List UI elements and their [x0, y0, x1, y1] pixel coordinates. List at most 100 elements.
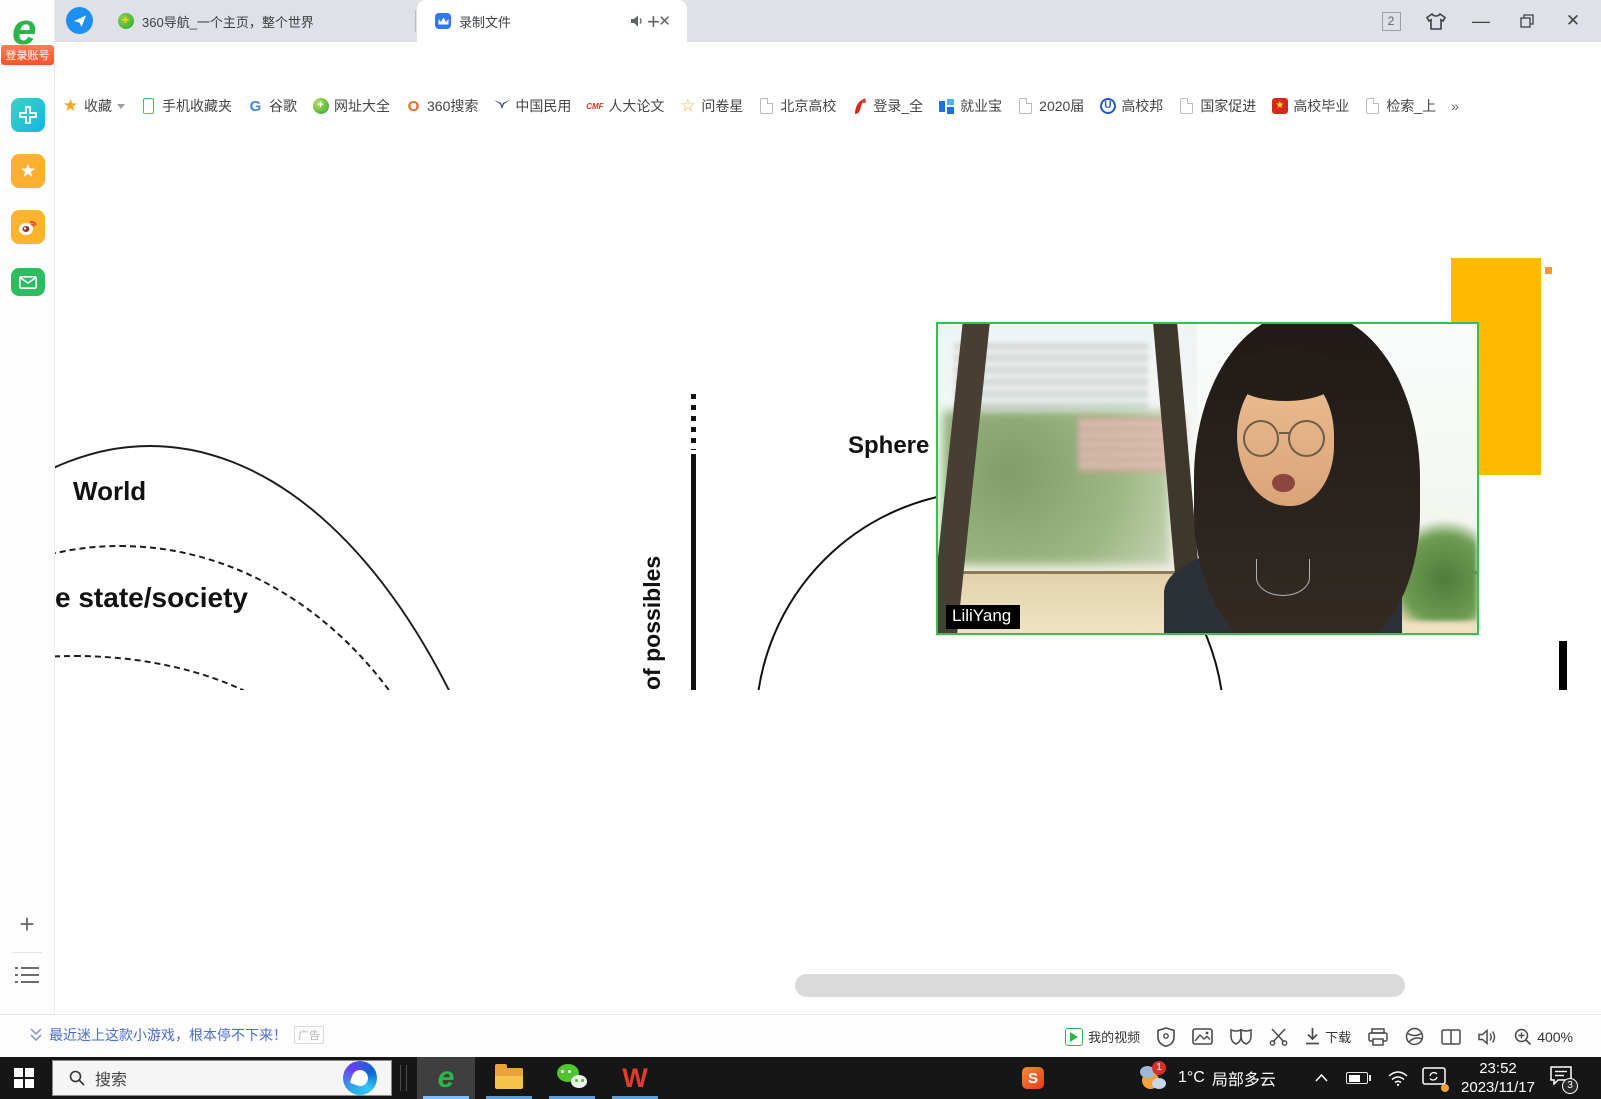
video-progress-bar[interactable] — [795, 974, 1405, 997]
shield-icon[interactable] — [1157, 1027, 1175, 1047]
double-chevron-down-icon — [30, 1028, 42, 1042]
cmf-icon: CMF — [586, 98, 603, 115]
login-account-badge[interactable]: 登录账号 — [1, 45, 54, 65]
taskbar-app-explorer[interactable] — [480, 1057, 538, 1099]
taskbar-search-box[interactable]: 搜索 — [52, 1060, 392, 1096]
bookmark-wenjuanxing[interactable]: ☆ 问卷星 — [679, 96, 743, 116]
sidebar-list-button[interactable] — [15, 966, 39, 986]
notification-count-badge: 3 — [1562, 1078, 1578, 1094]
page-icon — [1364, 98, 1381, 115]
tab-360-nav[interactable]: + 360导航_一个主页，整个世界 — [100, 0, 412, 42]
bookmark-favorites[interactable]: ★ 收藏 — [62, 96, 125, 116]
sidebar-favorites-icon[interactable]: ★ — [11, 154, 45, 188]
sogou-input-icon: S — [1022, 1067, 1044, 1089]
file-explorer-icon — [495, 1068, 523, 1089]
tshirt-icon — [1426, 13, 1446, 30]
taskbar-search-placeholder: 搜索 — [95, 1066, 343, 1090]
tray-screen-sync[interactable] — [1422, 1057, 1446, 1099]
phone-icon — [140, 98, 157, 115]
tray-wifi[interactable] — [1388, 1057, 1408, 1099]
mail-icon[interactable] — [11, 268, 45, 296]
windows-taskbar: 搜索 e W — [0, 1057, 1601, 1099]
weibo-icon[interactable] — [11, 210, 45, 244]
promo-link[interactable]: 最近迷上这款小游戏，根本停不下来！ 广告 — [30, 1025, 324, 1045]
notification-icon: 3 — [1550, 1066, 1572, 1090]
necklace — [1256, 559, 1310, 596]
screenshot-image-icon[interactable] — [1192, 1028, 1213, 1045]
speaker-icon[interactable] — [1478, 1029, 1497, 1045]
bookmark-beijing-gaoxiao[interactable]: 北京高校 — [758, 96, 836, 116]
world-label: World — [73, 476, 146, 507]
assistant-swirl-icon — [343, 1061, 377, 1095]
tab-label: 录制文件 — [459, 12, 511, 31]
360-nav-icon: + — [118, 13, 134, 29]
tab-audio-playing-icon[interactable] — [630, 14, 645, 28]
download-button[interactable]: 下载 — [1305, 1027, 1351, 1046]
orange-dot — [1545, 267, 1552, 274]
scissors-clip-icon[interactable] — [1269, 1027, 1288, 1046]
tray-weather-text[interactable]: 1°C 局部多云 — [1178, 1057, 1276, 1099]
zoom-level-control[interactable]: 400% — [1514, 1028, 1573, 1046]
start-button[interactable] — [0, 1057, 48, 1099]
printer-icon[interactable] — [1368, 1028, 1388, 1046]
bookmark-google[interactable]: G 谷歌 — [247, 96, 297, 116]
taskbar-app-wechat[interactable] — [543, 1057, 601, 1099]
browser-toolbar: ‹ › ⟳ ⌂ 证 腾讯 https://meeting.tencent.com… — [55, 42, 1601, 88]
bookmark-zhongguo-minyong[interactable]: 中国民用 — [493, 96, 571, 116]
glasses-bridge — [1279, 432, 1290, 434]
bookmark-2020jie[interactable]: 2020届 — [1017, 96, 1084, 116]
bookmark-gaoxiao-biye[interactable]: ★ 高校毕业 — [1271, 96, 1349, 116]
masks-icon[interactable] — [1230, 1029, 1252, 1045]
close-window-button[interactable]: ✕ — [1557, 0, 1589, 42]
bookmark-guojia-cujin[interactable]: 国家促进 — [1178, 96, 1256, 116]
black-edge-bar — [1559, 641, 1567, 690]
tray-sogou[interactable]: S — [1022, 1057, 1044, 1099]
browser-tab-bar: + 360导航_一个主页，整个世界 录制文件 ✕ + 2 — ✕ — [55, 0, 1601, 42]
wifi-icon — [1388, 1071, 1408, 1086]
restore-button[interactable] — [1511, 0, 1543, 42]
bookmark-jiansuo[interactable]: 检索_上 — [1364, 96, 1436, 116]
temperature: 1°C — [1178, 1069, 1205, 1087]
weather-description: 局部多云 — [1212, 1066, 1276, 1090]
webcam-video-tile: LiliYang — [936, 322, 1479, 635]
bookmark-gaoxiaobang[interactable]: U 高校邦 — [1099, 96, 1163, 116]
wechat-icon — [557, 1064, 587, 1092]
theme-skin-button[interactable] — [1421, 0, 1451, 42]
solid-axis-line — [691, 454, 696, 690]
tray-show-hidden-icons[interactable] — [1315, 1057, 1328, 1099]
taskbar-app-wps[interactable]: W — [606, 1057, 664, 1099]
quick-nav-icon[interactable] — [66, 7, 93, 34]
tray-battery[interactable] — [1346, 1057, 1371, 1099]
sidebar-add-button[interactable]: + — [15, 913, 39, 937]
tab-label: 360导航_一个主页，整个世界 — [142, 12, 314, 31]
bookmark-renda[interactable]: CMF 人大论文 — [586, 96, 664, 116]
sidebar-app-icon[interactable] — [11, 98, 45, 132]
bookmark-360-search[interactable]: O 360搜索 — [405, 96, 478, 116]
taskbar-app-360browser[interactable]: e — [417, 1057, 475, 1099]
national-emblem-icon: ★ — [1271, 98, 1288, 115]
tray-notifications[interactable]: 3 — [1550, 1057, 1572, 1099]
ad-tag: 广告 — [294, 1026, 324, 1044]
bookmark-wangzhi[interactable]: + 网址大全 — [312, 96, 390, 116]
bookmark-phone-favorites[interactable]: 手机收藏夹 — [140, 96, 232, 116]
bookmarks-overflow-button[interactable]: » — [1451, 98, 1459, 114]
split-screen-icon[interactable] — [1441, 1029, 1461, 1045]
tray-clock[interactable]: 23:52 2023/11/17 — [1456, 1057, 1540, 1099]
360-sphere-icon: + — [312, 98, 329, 115]
minimize-button[interactable]: — — [1465, 0, 1497, 42]
my-video-button[interactable]: 我的视频 — [1065, 1027, 1140, 1046]
new-tab-button[interactable]: + — [647, 9, 660, 35]
screen-sync-icon — [1422, 1067, 1446, 1090]
incognito-globe-icon[interactable] — [1405, 1027, 1424, 1046]
tab-count-box[interactable]: 2 — [1376, 0, 1406, 42]
bookmark-denglu[interactable]: 登录_全 — [851, 96, 923, 116]
star-icon: ★ — [62, 98, 79, 115]
bookmarks-bar: ★ 收藏 手机收藏夹 G 谷歌 + 网址大全 O 360搜索 中国民用 CMF … — [62, 88, 1592, 124]
tray-weather-icon[interactable]: 1 — [1140, 1057, 1170, 1099]
status-toolbar: 我的视频 下载 400% — [1065, 1015, 1573, 1058]
tab-close-icon[interactable]: ✕ — [658, 12, 671, 30]
bookmark-jiuyebao[interactable]: 就业宝 — [938, 96, 1002, 116]
taskbar-divider — [406, 1065, 407, 1091]
browser-status-bar: 最近迷上这款小游戏，根本停不下来！ 广告 我的视频 下载 — [0, 1014, 1601, 1057]
browser-side-panel: e 登录账号 ★ + — [0, 0, 55, 1014]
